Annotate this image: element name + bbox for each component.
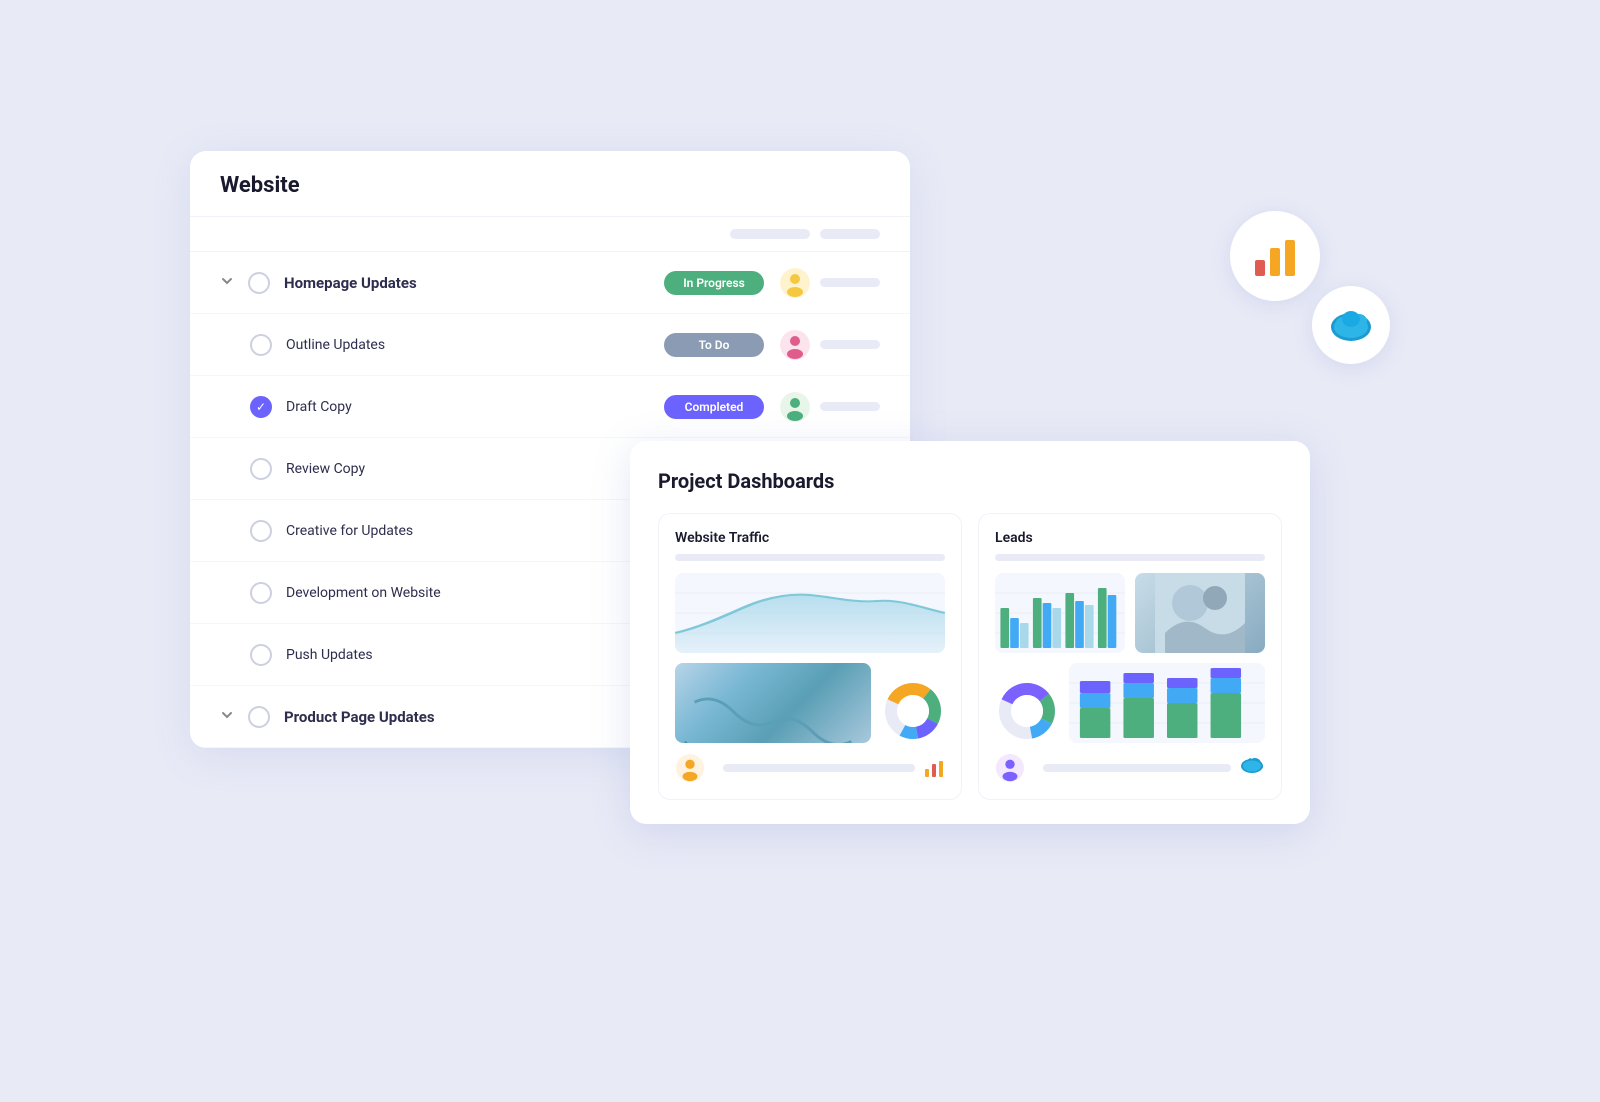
task-checkbox[interactable] — [250, 520, 272, 542]
dashboard-title: Project Dashboards — [658, 469, 1282, 493]
avatar-bar — [820, 402, 880, 411]
donut-chart-2 — [995, 679, 1059, 743]
panel-footer — [995, 753, 1265, 783]
analytics-floating-icon — [1230, 211, 1320, 301]
chevron-down-icon[interactable] — [220, 274, 238, 292]
col-header-status — [730, 229, 810, 239]
checkmark-icon: ✓ — [256, 400, 266, 414]
task-checkbox[interactable] — [248, 272, 270, 294]
dashboard-card: Project Dashboards Website Traffic — [630, 441, 1310, 824]
task-checkbox[interactable] — [250, 582, 272, 604]
avatar — [780, 330, 810, 360]
status-badge: In Progress — [664, 271, 764, 295]
website-traffic-panel: Website Traffic — [658, 513, 962, 800]
chart-area — [675, 573, 945, 653]
panel-bar — [995, 554, 1265, 561]
task-checkbox[interactable]: ✓ — [250, 396, 272, 418]
task-row: ✓ Draft Copy Completed — [190, 376, 910, 438]
panel-title: Leads — [995, 530, 1265, 546]
footer-bar — [1043, 764, 1231, 772]
image-thumbnail — [1135, 573, 1265, 653]
avatar-bar — [820, 278, 880, 287]
panel-footer — [675, 753, 945, 783]
task-name: Outline Updates — [286, 337, 664, 353]
task-name: Homepage Updates — [284, 274, 664, 292]
avatar — [780, 268, 810, 298]
bar-chart — [995, 573, 1125, 653]
task-checkbox[interactable] — [248, 706, 270, 728]
dashboard-grid: Website Traffic — [658, 513, 1282, 800]
task-row: Outline Updates To Do — [190, 314, 910, 376]
area-chart — [675, 573, 945, 653]
task-card-header: Website — [190, 151, 910, 217]
footer-avatar — [995, 753, 1025, 783]
chart-area-2 — [995, 663, 1265, 743]
salesforce-icon — [1239, 758, 1265, 778]
donut-chart — [881, 679, 945, 743]
chevron-down-icon[interactable] — [220, 708, 238, 726]
footer-avatar — [675, 753, 705, 783]
task-name: Development on Website — [286, 585, 664, 601]
salesforce-floating-icon — [1312, 286, 1390, 364]
bar-chart-icon — [1251, 232, 1299, 280]
task-name: Draft Copy — [286, 399, 664, 415]
stacked-bar-chart — [1069, 663, 1265, 743]
scene: Website Homepage Updates In Progress — [150, 101, 1450, 1001]
status-badge: To Do — [664, 333, 764, 357]
avatar-bar — [820, 340, 880, 349]
footer-bar — [723, 764, 915, 772]
chart-area — [995, 573, 1265, 653]
column-headers — [190, 217, 910, 252]
task-row: Homepage Updates In Progress — [190, 252, 910, 314]
task-checkbox[interactable] — [250, 334, 272, 356]
task-name: Creative for Updates — [286, 523, 664, 539]
task-name: Review Copy — [286, 461, 664, 477]
status-badge: Completed — [664, 395, 764, 419]
task-checkbox[interactable] — [250, 644, 272, 666]
map-chart — [675, 663, 871, 743]
avatar — [780, 392, 810, 422]
panel-bar — [675, 554, 945, 561]
task-checkbox[interactable] — [250, 458, 272, 480]
chart-area-2 — [675, 663, 945, 743]
leads-panel: Leads — [978, 513, 1282, 800]
task-card-title: Website — [220, 173, 880, 198]
panel-title: Website Traffic — [675, 530, 945, 546]
cloud-icon — [1329, 307, 1373, 343]
bar-chart-icon — [923, 757, 945, 779]
col-header-assignee — [820, 229, 880, 239]
